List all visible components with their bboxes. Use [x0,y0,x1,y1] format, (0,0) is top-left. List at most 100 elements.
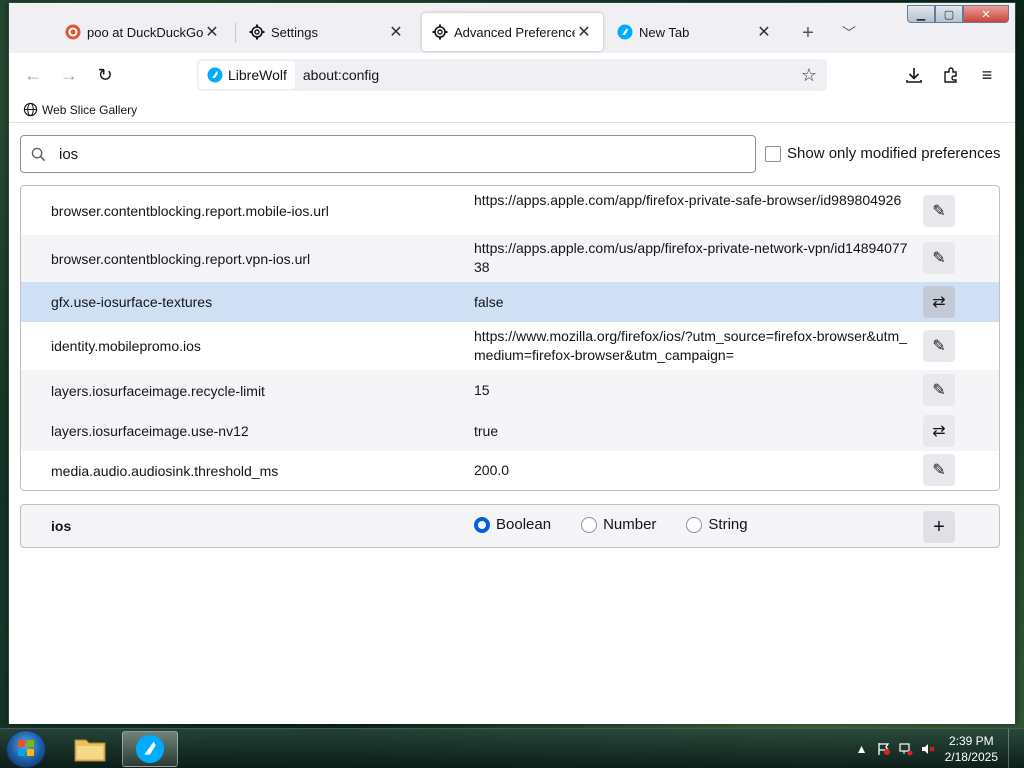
url-bar[interactable]: LibreWolf about:config ☆ [197,59,827,91]
radio-label: Number [603,516,657,533]
pref-row[interactable]: layers.iosurfaceimage.use-nv12 true ⇄ [21,411,999,451]
pref-value: true [474,423,499,439]
pref-value: 200.0 [474,462,510,478]
tab-advanced-preferences[interactable]: Advanced Preferences ✕ [422,13,603,51]
edit-pencil-icon[interactable]: ✎ [923,374,955,406]
navigation-toolbar: ← → ↻ LibreWolf about:config ☆ ≡ [9,53,1015,97]
bookmark-star-icon[interactable]: ☆ [797,63,821,87]
close-icon[interactable]: ✕ [203,23,221,41]
pref-value: false [474,294,504,310]
preferences-table: browser.contentblocking.report.mobile-io… [20,185,1000,491]
pref-row-selected[interactable]: gfx.use-iosurface-textures false ⇄ [21,282,999,322]
tab-new-tab[interactable]: New Tab ✕ [607,13,783,51]
pref-row[interactable]: media.audio.audiosink.threshold_ms 200.0… [21,451,999,490]
reload-icon[interactable]: ↻ [93,63,117,87]
taskbar-explorer-folder-icon[interactable] [62,731,118,767]
pref-name: media.audio.audiosink.threshold_ms [51,462,279,479]
identity-box[interactable]: LibreWolf [199,61,295,89]
close-icon[interactable]: ✕ [755,23,773,41]
downloads-icon[interactable] [902,63,926,87]
search-value: ios [59,145,79,163]
gear-icon [432,24,448,40]
edit-pencil-icon[interactable]: ✎ [923,242,955,274]
show-desktop-button[interactable] [1008,729,1020,768]
start-orb-button[interactable] [6,730,46,768]
tab-bar: poo at DuckDuckGo ✕ Settings ✕ Advanced … [9,3,1015,53]
pref-type-radio-group: Boolean Number String [474,516,778,533]
pref-name: layers.iosurfaceimage.use-nv12 [51,423,249,439]
tab-label: New Tab [639,24,690,40]
tab-label: Settings [271,24,318,40]
maximize-button[interactable]: ▢ [935,5,963,23]
add-plus-icon[interactable]: + [923,511,955,543]
pref-row[interactable]: layers.iosurfaceimage.recycle-limit 15 ✎ [21,370,999,411]
list-all-tabs-chevron-icon[interactable]: ﹀ [837,21,861,45]
tab-separator [235,23,236,43]
new-pref-name: ios [51,518,72,534]
taskbar-librewolf-icon[interactable] [122,731,178,767]
new-tab-plus-icon[interactable]: + [796,21,820,45]
about-config-page: ios Show only modified preferences brows… [9,123,1015,724]
extensions-puzzle-icon[interactable] [939,63,963,87]
url-text[interactable]: about:config [303,67,379,83]
show-modified-label: Show only modified preferences [787,145,1001,162]
tab-label: poo at DuckDuckGo [87,24,203,40]
radio-dot[interactable] [581,516,598,533]
radio-dot-selected[interactable] [474,516,490,533]
show-modified-toggle[interactable]: Show only modified preferences [765,145,1000,162]
bookmarks-toolbar: Web Slice Gallery [9,97,1015,123]
pref-row[interactable]: browser.contentblocking.report.mobile-io… [21,186,999,235]
tab-settings[interactable]: Settings ✕ [239,13,415,51]
edit-pencil-icon[interactable]: ✎ [923,330,955,362]
show-modified-checkbox[interactable] [765,145,781,162]
action-center-flag-icon[interactable] [873,742,895,756]
close-window-button[interactable]: ✕ [963,5,1009,23]
pref-value: https://apps.apple.com/app/firefox-priva… [474,192,902,208]
forward-arrow-icon[interactable]: → [57,63,81,87]
browser-window: poo at DuckDuckGo ✕ Settings ✕ Advanced … [8,2,1016,724]
toggle-arrows-icon[interactable]: ⇄ [923,415,955,447]
identity-label: LibreWolf [228,67,287,83]
close-icon[interactable]: ✕ [387,23,405,41]
edit-pencil-icon[interactable]: ✎ [923,454,955,486]
back-arrow-icon[interactable]: ← [21,63,45,87]
pref-value: https://www.mozilla.org/firefox/ios/?utm… [474,328,907,363]
clock-time: 2:39 PM [948,734,994,748]
tab-label: Advanced Preferences [454,24,575,40]
toggle-arrows-icon[interactable]: ⇄ [923,286,955,318]
globe-icon [23,102,38,117]
gear-icon [249,24,265,40]
pref-name: browser.contentblocking.report.vpn-ios.u… [51,250,311,267]
pref-name: browser.contentblocking.report.mobile-io… [51,202,329,219]
librewolf-icon [617,24,633,40]
pref-value: https://apps.apple.com/us/app/firefox-pr… [474,240,908,275]
pref-name: layers.iosurfaceimage.recycle-limit [51,382,265,399]
pref-name: identity.mobilepromo.ios [51,338,201,354]
duckduckgo-icon [65,24,81,40]
pref-row[interactable]: browser.contentblocking.report.vpn-ios.u… [21,235,999,282]
radio-dot[interactable] [686,516,703,533]
edit-pencil-icon[interactable]: ✎ [923,195,955,227]
bookmark-web-slice-gallery[interactable]: Web Slice Gallery [42,103,137,117]
radio-string[interactable]: String [686,516,748,533]
clock-date: 2/18/2025 [944,750,998,764]
show-hidden-icons-arrow-icon[interactable]: ▲ [851,742,873,756]
window-caption-buttons: ▁ ▢ ✕ [907,5,1009,23]
preference-search-input[interactable]: ios [20,135,756,173]
tab-duckduckgo[interactable]: poo at DuckDuckGo ✕ [55,13,231,51]
pref-row[interactable]: identity.mobilepromo.ios https://www.moz… [21,322,999,370]
librewolf-icon [207,67,223,83]
minimize-button[interactable]: ▁ [907,5,935,23]
network-icon[interactable] [895,742,917,756]
pref-value: 15 [474,382,490,398]
pref-name: gfx.use-iosurface-textures [51,294,213,310]
radio-label: Boolean [496,516,552,533]
radio-boolean[interactable]: Boolean [474,516,551,533]
radio-number[interactable]: Number [581,516,656,533]
windows-taskbar: ▲ 2:39 PM 2/18/2025 [0,728,1024,768]
close-icon[interactable]: ✕ [575,23,593,41]
menu-hamburger-icon[interactable]: ≡ [975,63,999,87]
system-clock[interactable]: 2:39 PM 2/18/2025 [945,733,998,765]
volume-muted-icon[interactable] [917,742,939,756]
search-icon [31,146,47,162]
